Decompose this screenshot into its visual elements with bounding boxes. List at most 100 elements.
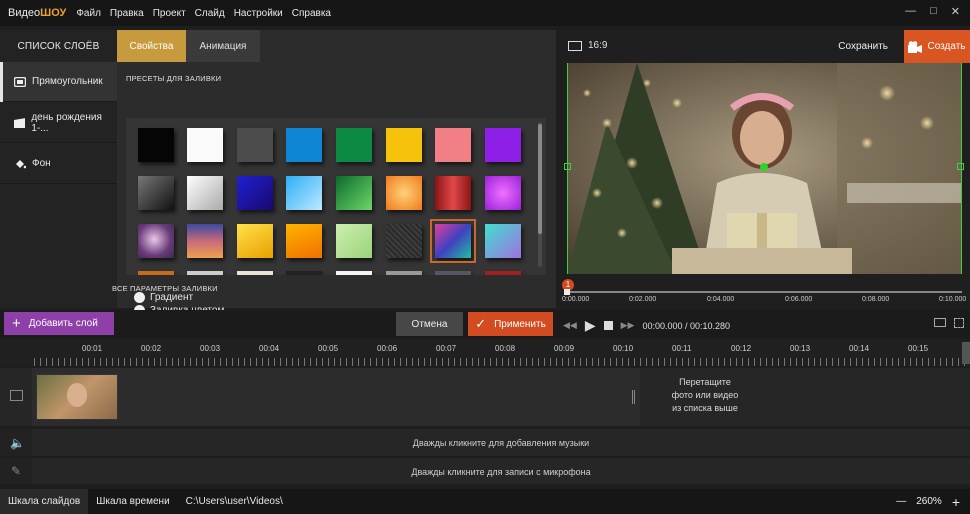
menu-settings[interactable]: Настройки [234,8,283,19]
preset-swatch[interactable] [485,176,521,210]
layer-item-birthday[interactable]: день рождения 1-... [0,103,117,143]
status-bar: Шкала слайдов Шкала времени C:\Users\use… [0,489,970,514]
save-button[interactable]: Сохранить [838,41,888,52]
layer-item-rectangle[interactable]: Прямоугольник [0,62,117,102]
ruler-tick: 00:12 [731,344,752,353]
add-layer-button[interactable]: + Добавить слой [4,312,114,335]
create-button[interactable]: Создать [904,30,970,63]
preview-timeline-track [566,291,962,293]
aspect-ratio-label: 16:9 [588,40,608,51]
drop-hint-line2: фото или видео [671,390,739,400]
preset-swatch[interactable] [435,128,471,162]
stop-icon[interactable] [603,321,613,330]
tab-slides-scale[interactable]: Шкала слайдов [0,489,89,514]
preset-swatch[interactable] [237,224,273,258]
ruler-ticks [34,358,970,366]
monitor-icon [568,40,582,51]
preview-timeline[interactable]: 1 0:00.000 0:02.000 0:04.000 0:06.000 0:… [562,279,967,307]
preset-swatch[interactable] [386,271,422,275]
menu-help[interactable]: Справка [292,8,331,19]
menu-project[interactable]: Проект [153,8,186,19]
prev-icon[interactable]: ◀◀ [563,320,577,331]
camera-icon[interactable] [934,318,946,327]
plus-icon: + [12,315,21,332]
preview-image [567,63,961,274]
zoom-out-icon[interactable]: — [896,496,906,507]
menu-slide[interactable]: Слайд [195,8,225,19]
preset-swatch[interactable] [187,271,223,275]
layer-list-header: СПИСОК СЛОЁВ [0,30,117,62]
rectangle-icon [14,76,26,87]
preset-swatch[interactable] [286,224,322,258]
preset-swatch[interactable] [336,224,372,258]
preset-swatch[interactable] [336,176,372,210]
menu-file[interactable]: Файл [76,8,101,19]
tab-properties[interactable]: Свойства [117,30,186,62]
preset-swatch[interactable] [286,128,322,162]
preset-swatch[interactable] [138,224,174,258]
preset-swatch[interactable] [386,224,422,258]
preset-swatch[interactable] [187,128,223,162]
left-panel: СПИСОК СЛОЁВ Свойства Анимация Прямоугол… [0,30,556,316]
menu-edit[interactable]: Правка [110,8,144,19]
apply-button[interactable]: ✓ Применить [468,312,553,336]
close-icon[interactable]: ✕ [951,5,960,18]
fullscreen-icon[interactable] [954,318,964,328]
preset-swatch[interactable] [435,176,471,210]
video-track[interactable]: Перетащите фото или видео из списка выше [0,368,970,426]
presets-scroll-thumb[interactable] [538,124,542,234]
preset-swatch[interactable] [237,271,273,275]
preset-swatch[interactable] [386,128,422,162]
minimize-icon[interactable]: — [905,5,916,18]
preset-swatch[interactable] [138,128,174,162]
preset-swatch[interactable] [485,271,521,275]
preset-swatch[interactable] [336,271,372,275]
zoom-in-icon[interactable]: + [952,494,960,510]
preset-swatch[interactable] [336,128,372,162]
preset-swatch[interactable] [286,176,322,210]
music-track[interactable]: 🔈 Дважды кликните для добавления музыки [0,429,970,456]
preset-swatch[interactable] [138,271,174,275]
preset-swatch[interactable] [237,176,273,210]
drop-zone-extension[interactable] [770,368,970,426]
layer-item-background[interactable]: Фон [0,144,117,184]
preset-swatch[interactable] [138,176,174,210]
preset-swatch[interactable] [286,271,322,275]
aspect-ratio-selector[interactable]: 16:9 [568,40,607,51]
preview-time-mark: 0:10.000 [939,296,967,303]
preset-swatch[interactable] [237,128,273,162]
preset-swatch[interactable] [435,271,471,275]
cancel-button[interactable]: Отмена [396,312,463,336]
video-clip-thumbnail[interactable] [36,374,118,420]
video-preview[interactable] [567,63,961,274]
preset-swatch[interactable] [386,176,422,210]
preset-swatch[interactable] [187,224,223,258]
preset-swatch[interactable] [485,128,521,162]
tab-timeline-scale[interactable]: Шкала времени [88,489,177,514]
ruler-tick: 00:07 [436,344,457,353]
radio-button[interactable] [134,292,145,303]
preset-swatch-selected[interactable] [430,219,476,263]
maximize-icon[interactable]: □ [930,5,937,18]
layer-label: Прямоугольник [32,76,103,87]
ruler-tick: 00:09 [554,344,575,353]
playhead[interactable] [564,289,570,295]
preset-swatch[interactable] [187,176,223,210]
play-icon[interactable]: ▶ [585,317,596,334]
drop-zone[interactable]: Перетащите фото или видео из списка выше [640,368,770,426]
timeline-ruler[interactable]: 00:01 00:02 00:03 00:04 00:05 00:06 00:0… [0,340,970,366]
folder-path: C:\Users\user\Videos\ [185,496,283,507]
control-bar: + Добавить слой Отмена ✓ Применить ◀◀ ▶ … [0,310,970,338]
drag-handle[interactable] [632,390,636,404]
ruler-scrollbar[interactable] [962,342,970,364]
radio-gradient[interactable]: Градиент [134,292,193,303]
layer-list: Прямоугольник день рождения 1-... Фон [0,62,117,308]
ruler-tick: 00:01 [82,344,103,353]
microphone-track[interactable]: ✎ Дважды кликните для записи с микрофона [0,458,970,484]
preset-swatch[interactable] [485,224,521,258]
apply-label: Применить [494,318,546,330]
preview-time-mark: 0:02.000 [629,296,657,303]
tab-animation[interactable]: Анимация [186,30,260,62]
next-icon[interactable]: ▶▶ [621,320,635,331]
drop-hint-line1: Перетащите [679,377,731,387]
